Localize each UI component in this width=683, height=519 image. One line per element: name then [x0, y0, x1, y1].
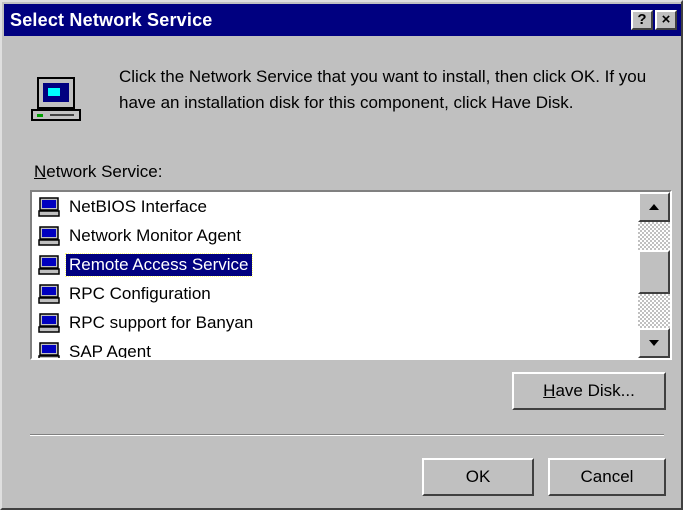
list-item-label: SAP Agent: [69, 342, 151, 358]
computer-icon: [31, 77, 81, 121]
have-disk-rest: ave Disk...: [555, 381, 635, 400]
network-computer-icon: [38, 197, 60, 217]
list-item-label: RPC support for Banyan: [69, 313, 254, 332]
scroll-up-button[interactable]: [638, 192, 670, 222]
list-item[interactable]: NetBIOS Interface: [38, 194, 210, 220]
arrow-up-icon: [649, 204, 659, 210]
scroll-thumb[interactable]: [638, 250, 670, 294]
network-computer-icon: [38, 226, 60, 246]
network-computer-icon: [38, 255, 60, 275]
separator: [30, 434, 664, 436]
cancel-button[interactable]: Cancel: [548, 458, 666, 496]
list-item[interactable]: Remote Access Service: [38, 252, 253, 278]
network-computer-icon: [38, 313, 60, 333]
listbox-items: NetBIOS Interface Network Monitor Agent Re…: [32, 192, 638, 358]
list-item-label: Network Monitor Agent: [69, 226, 241, 245]
list-item-label: RPC Configuration: [69, 284, 211, 303]
vertical-scrollbar[interactable]: [638, 192, 670, 358]
select-network-service-dialog: Select Network Service ? × Click the Net…: [0, 0, 683, 510]
network-computer-icon: [38, 284, 60, 304]
list-item-label: Remote Access Service: [65, 253, 253, 277]
instruction-text: Click the Network Service that you want …: [119, 67, 647, 112]
close-button[interactable]: ×: [655, 10, 677, 30]
network-service-label: Network Service:: [34, 162, 162, 182]
arrow-down-icon: [649, 340, 659, 346]
network-service-listbox[interactable]: NetBIOS Interface Network Monitor Agent Re…: [30, 190, 672, 360]
have-disk-accel: H: [543, 381, 556, 400]
dialog-title: Select Network Service: [10, 10, 213, 30]
network-computer-icon: [38, 342, 60, 358]
help-button[interactable]: ?: [631, 10, 653, 30]
list-item[interactable]: RPC support for Banyan: [38, 310, 256, 336]
scroll-down-button[interactable]: [638, 328, 670, 358]
ok-button[interactable]: OK: [422, 458, 534, 496]
network-service-label-accel: N: [34, 162, 47, 181]
list-item-label: NetBIOS Interface: [69, 197, 207, 216]
network-service-label-rest: etwork Service:: [46, 162, 163, 181]
title-bar[interactable]: Select Network Service ? ×: [4, 4, 681, 36]
list-item[interactable]: SAP Agent: [38, 339, 154, 358]
list-item[interactable]: Network Monitor Agent: [38, 223, 244, 249]
list-item[interactable]: RPC Configuration: [38, 281, 214, 307]
have-disk-button[interactable]: Have Disk...: [512, 372, 666, 410]
